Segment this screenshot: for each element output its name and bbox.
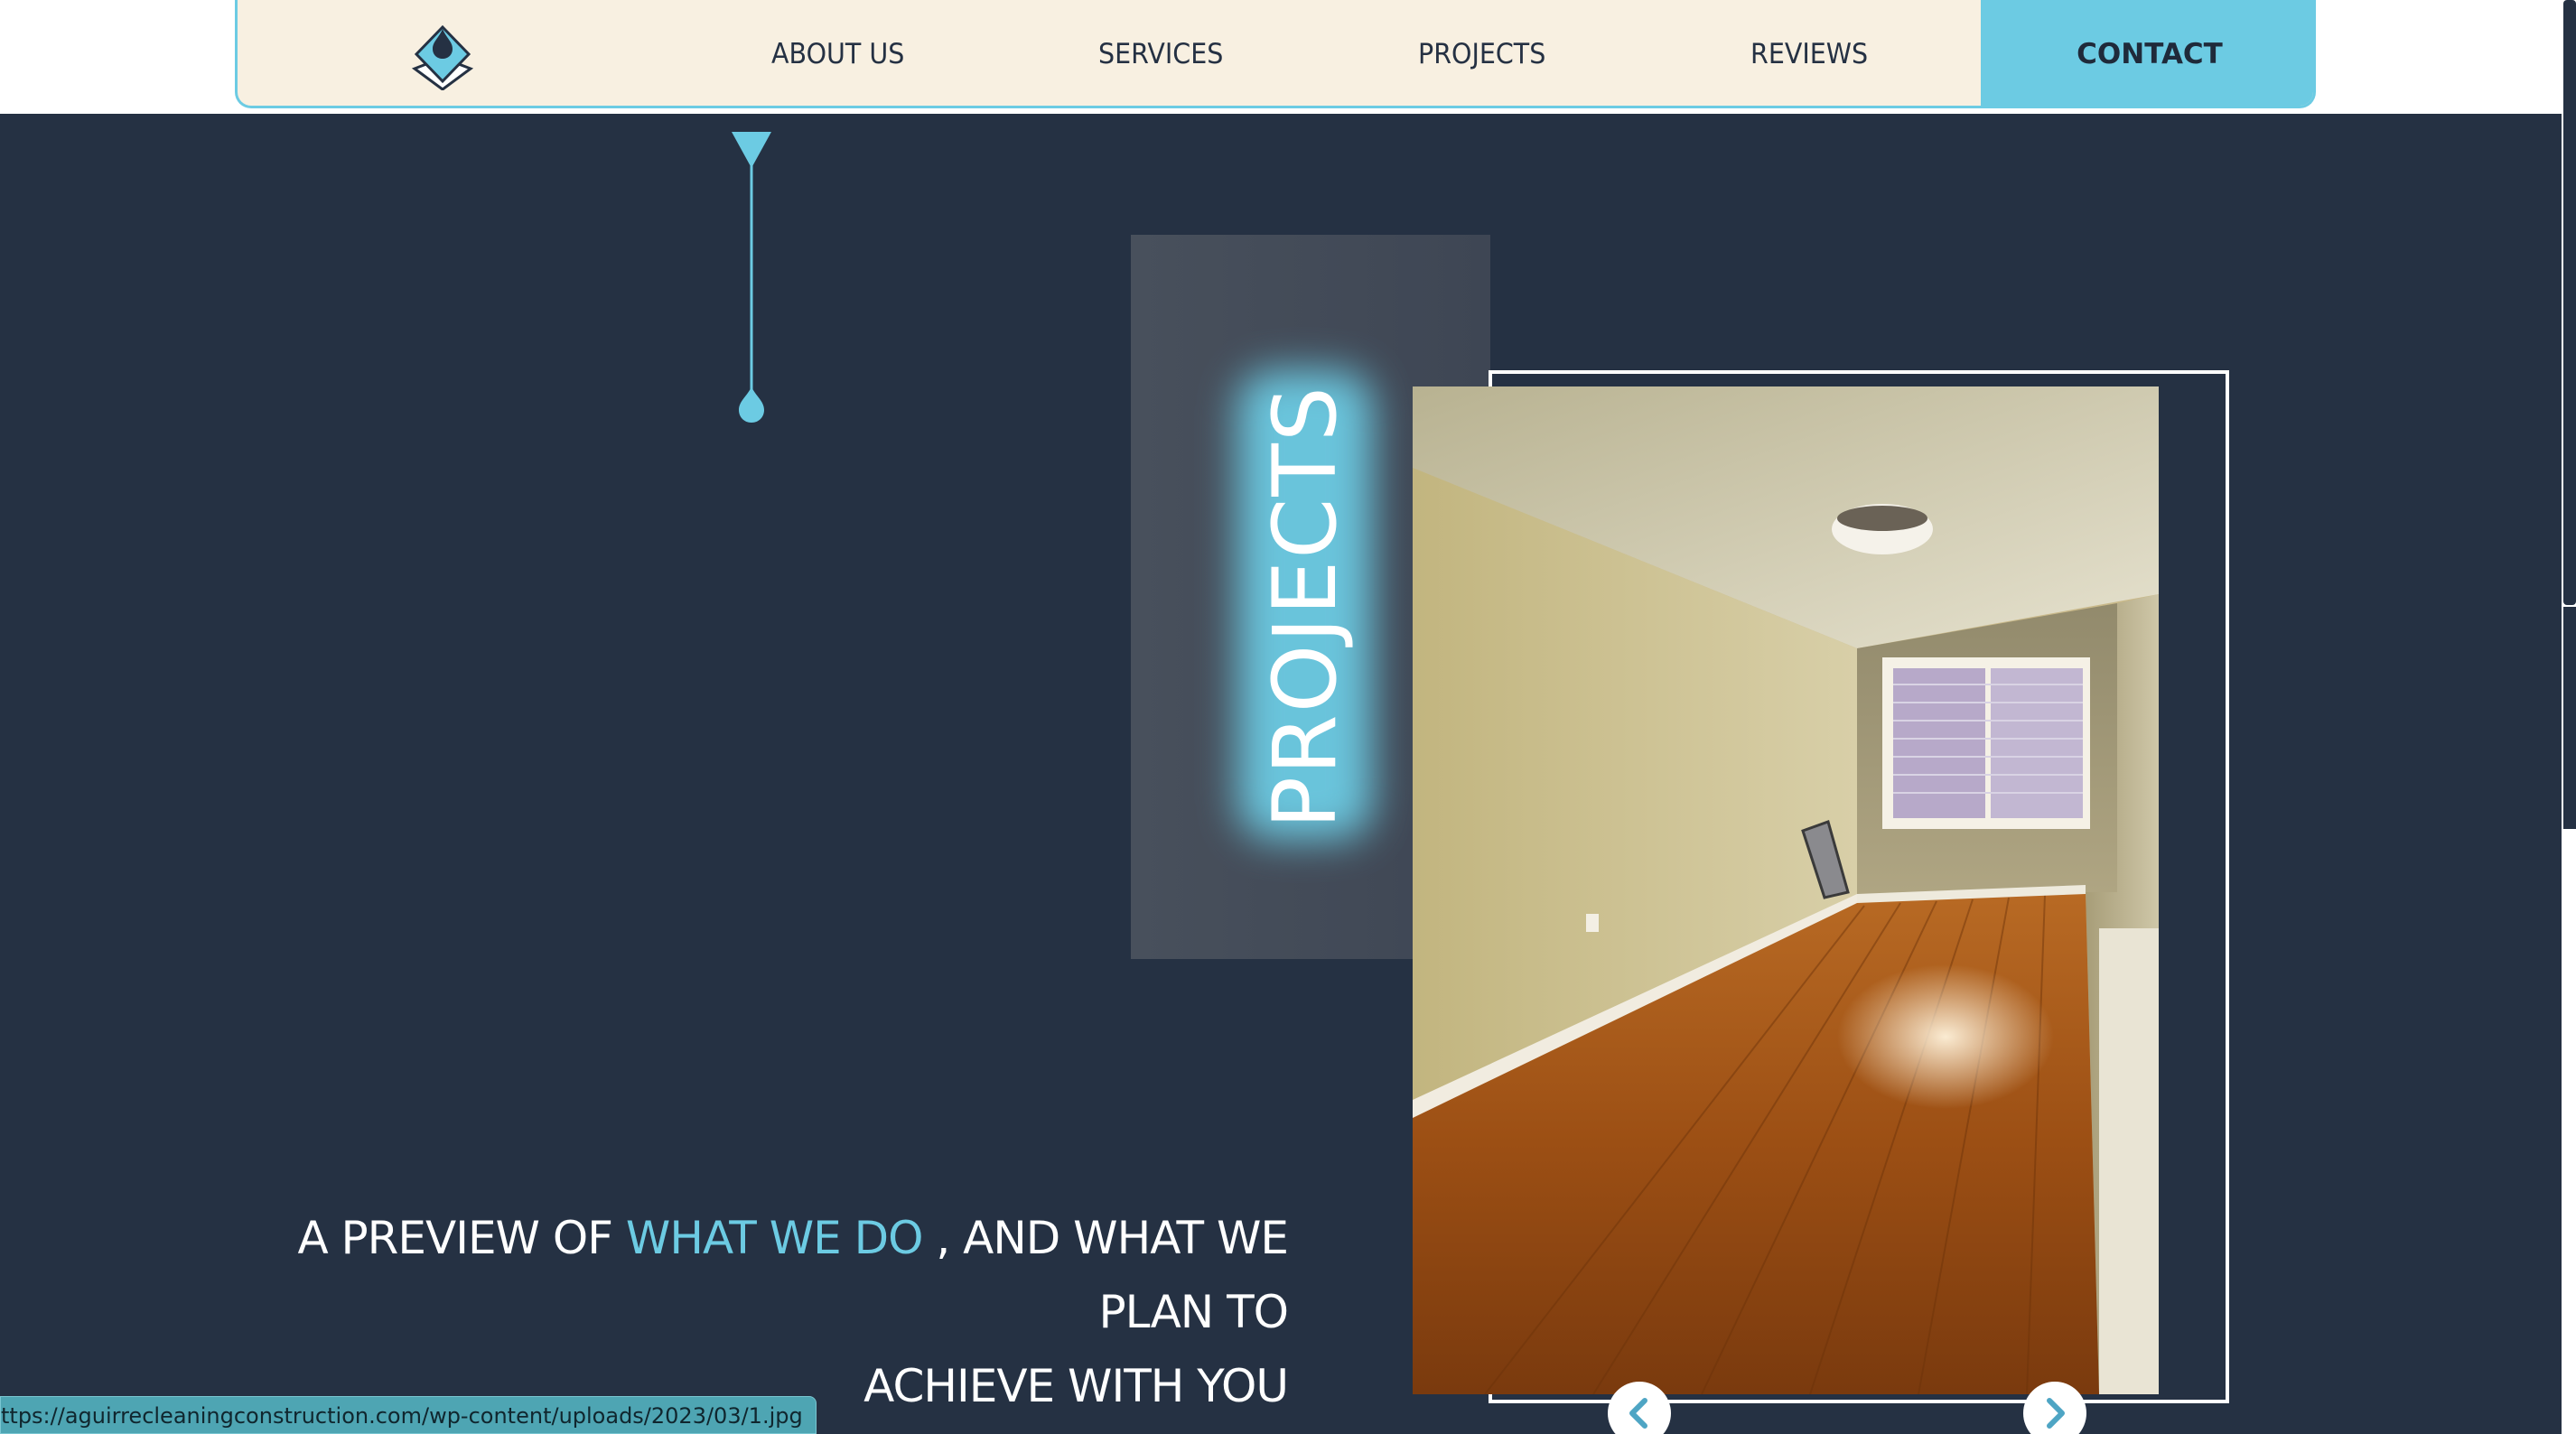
page: ABOUT US SERVICES PROJECTS REVIEWS CONTA… bbox=[0, 0, 2576, 1434]
project-photo[interactable] bbox=[1413, 386, 2159, 1394]
logo-icon[interactable] bbox=[411, 22, 474, 91]
tagline-accent: WHAT WE DO bbox=[625, 1212, 924, 1264]
nav-about-us[interactable]: ABOUT US bbox=[771, 0, 904, 106]
scrollbar-thumb[interactable] bbox=[2563, 0, 2576, 605]
chevron-right-icon bbox=[2047, 1398, 2065, 1429]
tagline-part-2: , AND WHAT WE PLAN TO bbox=[922, 1212, 1289, 1338]
chevron-left-icon bbox=[1629, 1398, 1647, 1429]
browser-status-bar: ttps://aguirrecleaningconstruction.com/w… bbox=[0, 1396, 817, 1434]
water-drip-icon bbox=[732, 132, 771, 423]
scrollbar-marker bbox=[2563, 607, 2576, 829]
nav-projects[interactable]: PROJECTS bbox=[1418, 0, 1545, 106]
tagline-line-1: A PREVIEW OF WHAT WE DO , AND WHAT WE PL… bbox=[271, 1201, 1289, 1349]
projects-vertical-title: PROJECTS bbox=[1255, 385, 1356, 829]
room-photo-illustration bbox=[1413, 386, 2159, 1394]
tagline-part-1: A PREVIEW OF bbox=[297, 1212, 626, 1264]
hero-tagline: A PREVIEW OF WHAT WE DO , AND WHAT WE PL… bbox=[271, 1201, 1289, 1423]
main-navbar: ABOUT US SERVICES PROJECTS REVIEWS CONTA… bbox=[235, 0, 2316, 108]
contact-button[interactable]: CONTACT bbox=[1981, 0, 2313, 106]
nav-reviews[interactable]: REVIEWS bbox=[1750, 0, 1868, 106]
nav-services[interactable]: SERVICES bbox=[1098, 0, 1223, 106]
